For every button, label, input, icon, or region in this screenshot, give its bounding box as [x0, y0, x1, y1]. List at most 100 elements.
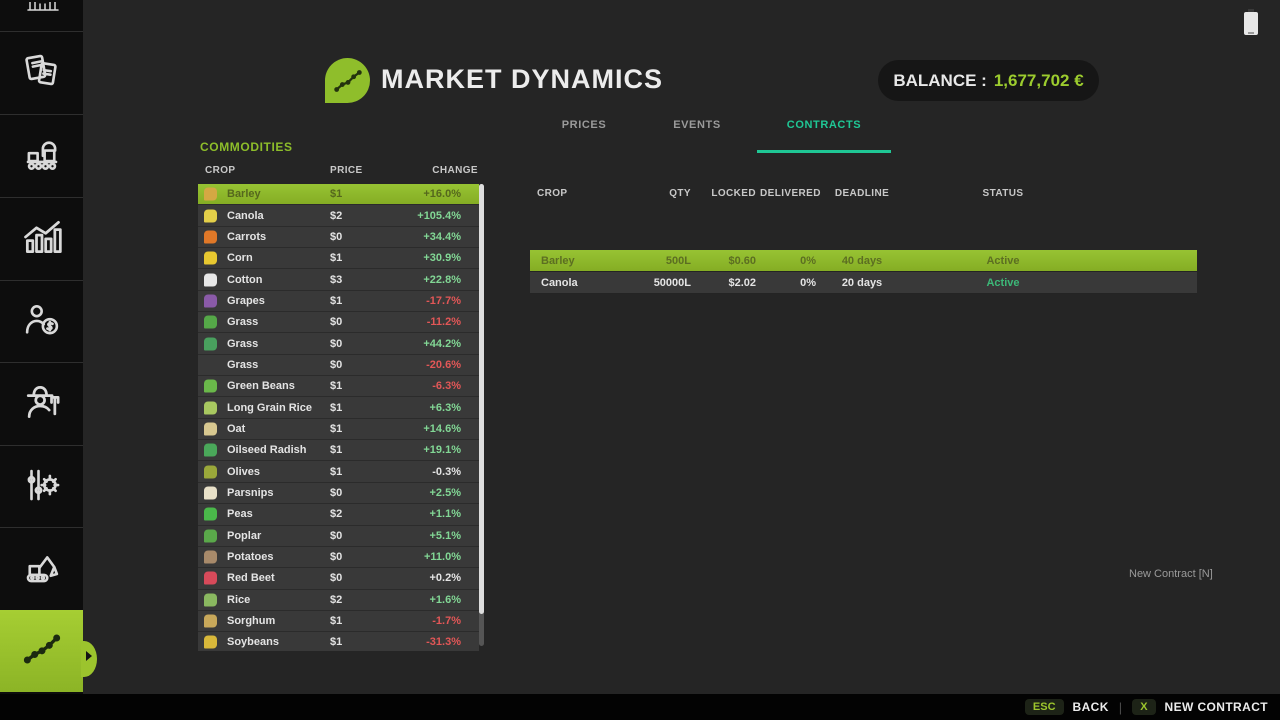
balance-pill: BALANCE : 1,677,702 €	[878, 60, 1099, 101]
tab-prices[interactable]: PRICES	[562, 119, 607, 131]
commodity-row-rice[interactable]: Rice$2+1.6%	[198, 590, 479, 611]
commodity-price: $1	[330, 295, 342, 307]
commodity-row-cotton[interactable]: Cotton$3+22.8%	[198, 269, 479, 290]
commodity-change: -0.3%	[432, 466, 461, 478]
back-button[interactable]: ESC BACK	[1025, 699, 1109, 715]
commodity-row-carrots[interactable]: Carrots$0+34.4%	[198, 227, 479, 248]
corn-icon	[204, 252, 217, 265]
commodity-name: Sorghum	[227, 615, 275, 627]
sidebar-item-construction[interactable]	[0, 527, 83, 611]
oat-icon	[204, 422, 217, 435]
new-contract-hint: New Contract [N]	[1129, 568, 1213, 580]
contract-status: Active	[963, 277, 1043, 289]
soybeans-icon	[204, 636, 217, 649]
commodity-price: $0	[330, 316, 342, 328]
commodity-row-grass[interactable]: Grass$0+44.2%	[198, 333, 479, 354]
commodity-row-sorghum[interactable]: Sorghum$1-1.7%	[198, 611, 479, 632]
commodity-price: $0	[330, 530, 342, 542]
sidebar-item-statistics[interactable]	[0, 197, 83, 281]
commodity-row-parsnips[interactable]: Parsnips$0+2.5%	[198, 483, 479, 504]
commodity-price: $0	[330, 231, 342, 243]
tab-events[interactable]: EVENTS	[673, 119, 721, 131]
commodity-name: Grass	[227, 359, 258, 371]
commodity-change: -6.3%	[432, 380, 461, 392]
x-key-badge: X	[1132, 699, 1155, 715]
commodity-price: $1	[330, 188, 342, 200]
commodity-row-poplar[interactable]: Poplar$0+5.1%	[198, 526, 479, 547]
commodity-name: Potatoes	[227, 551, 273, 563]
commodity-price: $1	[330, 252, 342, 264]
grass-icon	[204, 337, 217, 350]
commodity-row-grass[interactable]: Grass $0 -11.2%	[198, 312, 479, 333]
commodity-price: $2	[330, 508, 342, 520]
new-contract-button[interactable]: X NEW CONTRACT	[1132, 699, 1268, 715]
sidebar-item-production[interactable]	[0, 114, 83, 198]
sidebar-item-finances[interactable]	[0, 280, 83, 363]
commodity-name: Grass	[227, 316, 258, 328]
commodity-change: +11.0%	[424, 551, 461, 563]
footer-bar: ESC BACK | X NEW CONTRACT	[0, 694, 1280, 720]
commodity-change: +1.6%	[430, 594, 462, 606]
contracts-body: Barley500L$0.600%40 daysActiveCanola5000…	[530, 250, 1197, 294]
contract-row-barley[interactable]: Barley500L$0.600%40 daysActive	[530, 250, 1197, 272]
potatoes-icon	[204, 551, 217, 564]
commodity-name: Parsnips	[227, 487, 273, 499]
barley-icon	[204, 188, 217, 201]
sidebar-item-documents[interactable]	[0, 31, 83, 115]
commodity-row-peas[interactable]: Peas$2+1.1%	[198, 504, 479, 525]
commodity-row-red-beet[interactable]: Red Beet$0+0.2%	[198, 568, 479, 589]
commodity-row-potatoes[interactable]: Potatoes $0 +11.0%	[198, 547, 479, 568]
commodities-list: Barley$1+16.0%Canola$2+105.4%Carrots$0+3…	[198, 184, 485, 651]
contract-qty: 50000L	[626, 277, 691, 289]
sidebar-item-top-partial[interactable]	[0, 0, 83, 31]
commodity-row-canola[interactable]: Canola$2+105.4%	[198, 205, 479, 226]
commodity-row-corn[interactable]: Corn$1+30.9%	[198, 248, 479, 269]
sidebar	[0, 0, 83, 720]
contracts-col-locked: LOCKED	[706, 188, 756, 199]
commodity-change: -11.2%	[427, 316, 461, 328]
commodity-row-olives[interactable]: Olives$1-0.3%	[198, 461, 479, 482]
commodity-row-green-beans[interactable]: Green Beans$1-6.3%	[198, 376, 479, 397]
commodities-title: COMMODITIES	[200, 140, 293, 154]
battery-icon	[1244, 12, 1258, 35]
commodity-row-long-grain-rice[interactable]: Long Grain Rice$1+6.3%	[198, 397, 479, 418]
commodity-change: +1.1%	[430, 508, 462, 520]
new-contract-label: NEW CONTRACT	[1165, 700, 1268, 714]
contract-qty: 500L	[626, 255, 691, 267]
commodity-row-oat[interactable]: Oat$1+14.6%	[198, 419, 479, 440]
tab-contracts[interactable]: CONTRACTS	[787, 119, 861, 131]
commodity-name: Oat	[227, 423, 245, 435]
commodity-price: $1	[330, 380, 342, 392]
commodity-name: Poplar	[227, 530, 261, 542]
commodity-price: $1	[330, 444, 342, 456]
canola-icon	[204, 209, 217, 222]
commodities-scrollbar[interactable]	[479, 184, 484, 646]
commodity-row-soybeans[interactable]: Soybeans$1-31.3%	[198, 632, 479, 651]
sidebar-item-market-dynamics[interactable]	[0, 610, 83, 692]
commodity-name: Canola	[227, 210, 264, 222]
poplar-icon	[204, 529, 217, 542]
sidebar-item-farmer[interactable]	[0, 362, 83, 446]
commodity-change: +105.4%	[417, 210, 461, 222]
commodity-change: +16.0%	[423, 188, 461, 200]
commodity-price: $0	[330, 551, 342, 563]
commodity-price: $0	[330, 487, 342, 499]
map-partial-icon	[22, 7, 62, 25]
contracts-col-status: STATUS	[963, 188, 1043, 199]
contract-row-canola[interactable]: Canola50000L$2.020%20 daysActive	[530, 272, 1197, 294]
market-dynamics-screen: MARKET DYNAMICS BALANCE : 1,677,702 € PR…	[0, 0, 1280, 720]
contract-crop: Barley	[541, 255, 575, 267]
commodity-price: $2	[330, 594, 342, 606]
commodities-col-crop: CROP	[205, 165, 236, 176]
sidebar-item-settings[interactable]	[0, 445, 83, 528]
app-logo-icon	[325, 58, 370, 103]
cotton-icon	[204, 273, 217, 286]
commodity-row-barley[interactable]: Barley$1+16.0%	[198, 184, 479, 205]
commodity-change: +22.8%	[423, 274, 461, 286]
commodity-row-oilseed-radish[interactable]: Oilseed Radish$1+19.1%	[198, 440, 479, 461]
commodity-change: -20.6%	[426, 359, 461, 371]
commodity-row-grass[interactable]: Grass$0-20.6%	[198, 355, 479, 376]
commodity-price: $0	[330, 338, 342, 350]
commodities-scrollbar-thumb[interactable]	[479, 184, 484, 614]
commodity-row-grapes[interactable]: Grapes$1-17.7%	[198, 291, 479, 312]
